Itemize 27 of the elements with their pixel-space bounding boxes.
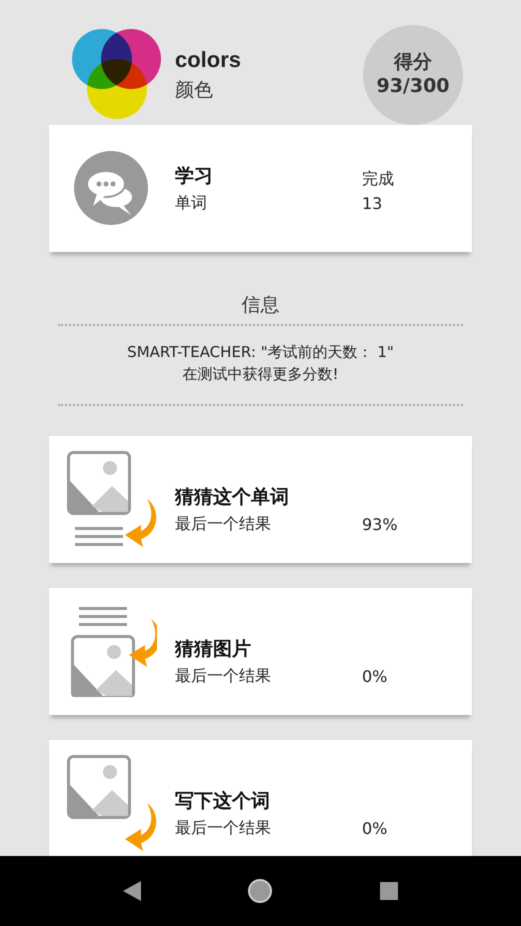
activity-result: 0%	[362, 666, 388, 686]
chat-bubbles-icon	[73, 150, 151, 228]
word-count: 13	[362, 194, 384, 212]
activity-label: 最后一个结果	[175, 818, 272, 839]
status-label: 完成	[362, 168, 394, 190]
activity-card[interactable]: 猜猜这个单词 最后一个结果 93%	[49, 436, 472, 563]
info-title: 信息	[242, 293, 280, 318]
topic-subtitle: 颜色	[175, 78, 214, 103]
info-message: SMART-TEACHER: "考试前的天数： 1" 在测试中获得更多分数!	[127, 342, 394, 385]
activity-result: 93%	[362, 514, 398, 534]
topic-title: colors	[175, 47, 242, 73]
activity-label: 最后一个结果	[175, 514, 272, 535]
activity-result: 0%	[362, 818, 388, 838]
image-to-text-icon	[67, 450, 157, 548]
activity-card[interactable]: 写下这个词 最后一个结果 0%	[49, 740, 472, 856]
activity-title: 猜猜这个单词	[175, 485, 290, 510]
activity-title: 写下这个词	[175, 789, 271, 814]
activity-label: 最后一个结果	[175, 666, 272, 687]
score-value: 93/300	[376, 75, 450, 99]
image-arrow-icon	[67, 754, 157, 852]
activity-card[interactable]: 猜猜图片 最后一个结果 0%	[49, 588, 472, 715]
study-title: 学习	[175, 164, 214, 189]
colors-logo-icon	[72, 29, 162, 121]
study-subtitle: 单词	[175, 193, 208, 214]
study-card[interactable]: 学习 单词 完成 13	[49, 125, 472, 252]
activity-title: 猜猜图片	[175, 637, 252, 662]
score-label: 得分	[394, 51, 432, 75]
